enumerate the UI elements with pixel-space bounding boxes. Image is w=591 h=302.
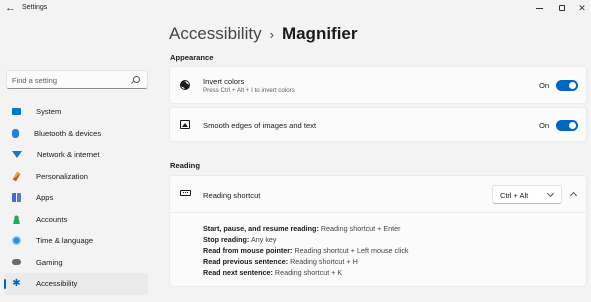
sidebar-item-accounts[interactable]: Accounts: [4, 209, 148, 231]
bluetooth-icon: [12, 128, 19, 138]
image-icon: [180, 120, 190, 129]
toggle-knob: [569, 122, 576, 129]
sidebar-item-label: Personalization: [36, 171, 88, 181]
system-icon: [12, 108, 21, 116]
keyboard-icon: [180, 190, 191, 196]
accessibility-icon: ✱: [12, 278, 21, 290]
shortcut-line: Read previous sentence: Reading shortcut…: [203, 257, 358, 266]
smooth-edges-title: Smooth edges of images and text: [203, 121, 317, 130]
sidebar-item-label: Bluetooth & devices: [34, 128, 102, 138]
title-bar: ← Settings ✕: [0, 0, 591, 20]
breadcrumb: Accessibility › Magnifier: [169, 24, 358, 44]
shortcut-line-label: Read previous sentence:: [203, 257, 289, 266]
breadcrumb-parent-link[interactable]: Accessibility: [169, 24, 262, 44]
maximize-icon: [559, 5, 565, 11]
minimize-icon: [535, 7, 543, 9]
reading-shortcut-dropdown[interactable]: Ctrl + Alt: [492, 185, 562, 204]
section-title-appearance: Appearance: [170, 53, 214, 62]
smooth-edges-toggle[interactable]: [556, 120, 578, 131]
shortcut-line-value: Reading shortcut + Left mouse click: [294, 246, 409, 255]
page-title: Magnifier: [281, 24, 358, 43]
dropdown-selected-value: Ctrl + Alt: [500, 191, 529, 200]
invert-colors-toggle[interactable]: [556, 80, 578, 91]
sidebar-item-label: Accessibility: [36, 279, 78, 289]
reading-shortcut-header[interactable]: Reading shortcut Ctrl + Alt: [170, 176, 586, 213]
shortcut-line-label: Stop reading:: [203, 235, 250, 244]
invert-colors-title: Invert colors: [203, 77, 245, 86]
apps-icon: [12, 193, 21, 203]
collapse-button[interactable]: [566, 185, 582, 204]
controller-icon: [12, 259, 21, 266]
invert-colors-subtitle: Press Ctrl + Alt + I to invert colors: [203, 87, 295, 94]
smooth-edges-card[interactable]: Smooth edges of images and text On: [169, 107, 587, 142]
sidebar-item-gaming[interactable]: Gaming: [4, 252, 148, 274]
search-input[interactable]: Find a setting: [12, 76, 57, 85]
shortcut-line: Read from mouse pointer: Reading shortcu…: [203, 246, 409, 255]
shortcut-line-value: Reading shortcut + Enter: [320, 224, 401, 233]
back-arrow-icon[interactable]: ←: [5, 2, 17, 14]
shortcut-line-value: Reading shortcut + K: [274, 268, 343, 277]
shortcut-line-label: Read from mouse pointer:: [203, 246, 293, 255]
sidebar-item-label: Time & language: [36, 236, 94, 246]
close-button[interactable]: ✕: [573, 0, 591, 16]
shortcut-line: Read next sentence: Reading shortcut + K: [203, 268, 342, 277]
brush-icon: [12, 171, 21, 182]
globe-clock-icon: [12, 236, 21, 246]
sidebar-item-system[interactable]: System: [4, 101, 148, 123]
reading-shortcut-card: Reading shortcut Ctrl + Alt Start, pause…: [169, 175, 587, 287]
toggle-state-label: On: [539, 121, 550, 130]
sidebar-nav: System Bluetooth & devices Network & int…: [4, 101, 148, 295]
reading-shortcut-title: Reading shortcut: [203, 191, 261, 200]
person-icon: [12, 214, 21, 224]
sidebar-item-label: Gaming: [36, 257, 63, 267]
maximize-button[interactable]: [549, 0, 575, 16]
sidebar-item-apps[interactable]: Apps: [4, 187, 148, 209]
close-icon: ✕: [578, 2, 586, 13]
shortcut-line: Stop reading: Any key: [203, 235, 277, 244]
search-box[interactable]: Find a setting: [6, 70, 148, 89]
sidebar-item-label: Network & internet: [37, 150, 100, 160]
chevron-down-icon: [546, 189, 555, 198]
sidebar-item-personalization[interactable]: Personalization: [4, 166, 148, 188]
breadcrumb-separator-icon: ›: [269, 27, 274, 42]
invert-colors-icon: [180, 80, 190, 90]
shortcut-line: Start, pause, and resume reading: Readin…: [203, 224, 401, 233]
toggle-knob: [569, 82, 576, 89]
invert-colors-card[interactable]: Invert colors Press Ctrl + Alt + I to in…: [169, 66, 587, 104]
shortcut-line-value: Any key: [250, 235, 277, 244]
sidebar-item-accessibility[interactable]: ✱ Accessibility: [4, 273, 148, 295]
shortcut-line-value: Reading shortcut + H: [290, 257, 358, 266]
sidebar-item-label: Apps: [36, 193, 54, 203]
sidebar-item-network[interactable]: Network & internet: [4, 144, 148, 166]
toggle-state-label: On: [539, 81, 550, 90]
sidebar-item-label: System: [36, 107, 62, 117]
shortcut-line-label: Read next sentence:: [203, 268, 273, 277]
chevron-up-icon: [569, 191, 578, 200]
search-icon[interactable]: [133, 76, 140, 83]
sidebar-item-label: Accounts: [36, 214, 68, 224]
section-title-reading: Reading: [170, 161, 200, 170]
sidebar-item-bluetooth[interactable]: Bluetooth & devices: [4, 123, 148, 145]
sidebar-item-time-language[interactable]: Time & language: [4, 230, 148, 252]
shortcut-line-label: Start, pause, and resume reading:: [203, 224, 319, 233]
network-icon: [12, 151, 22, 159]
app-title: Settings: [22, 4, 48, 11]
